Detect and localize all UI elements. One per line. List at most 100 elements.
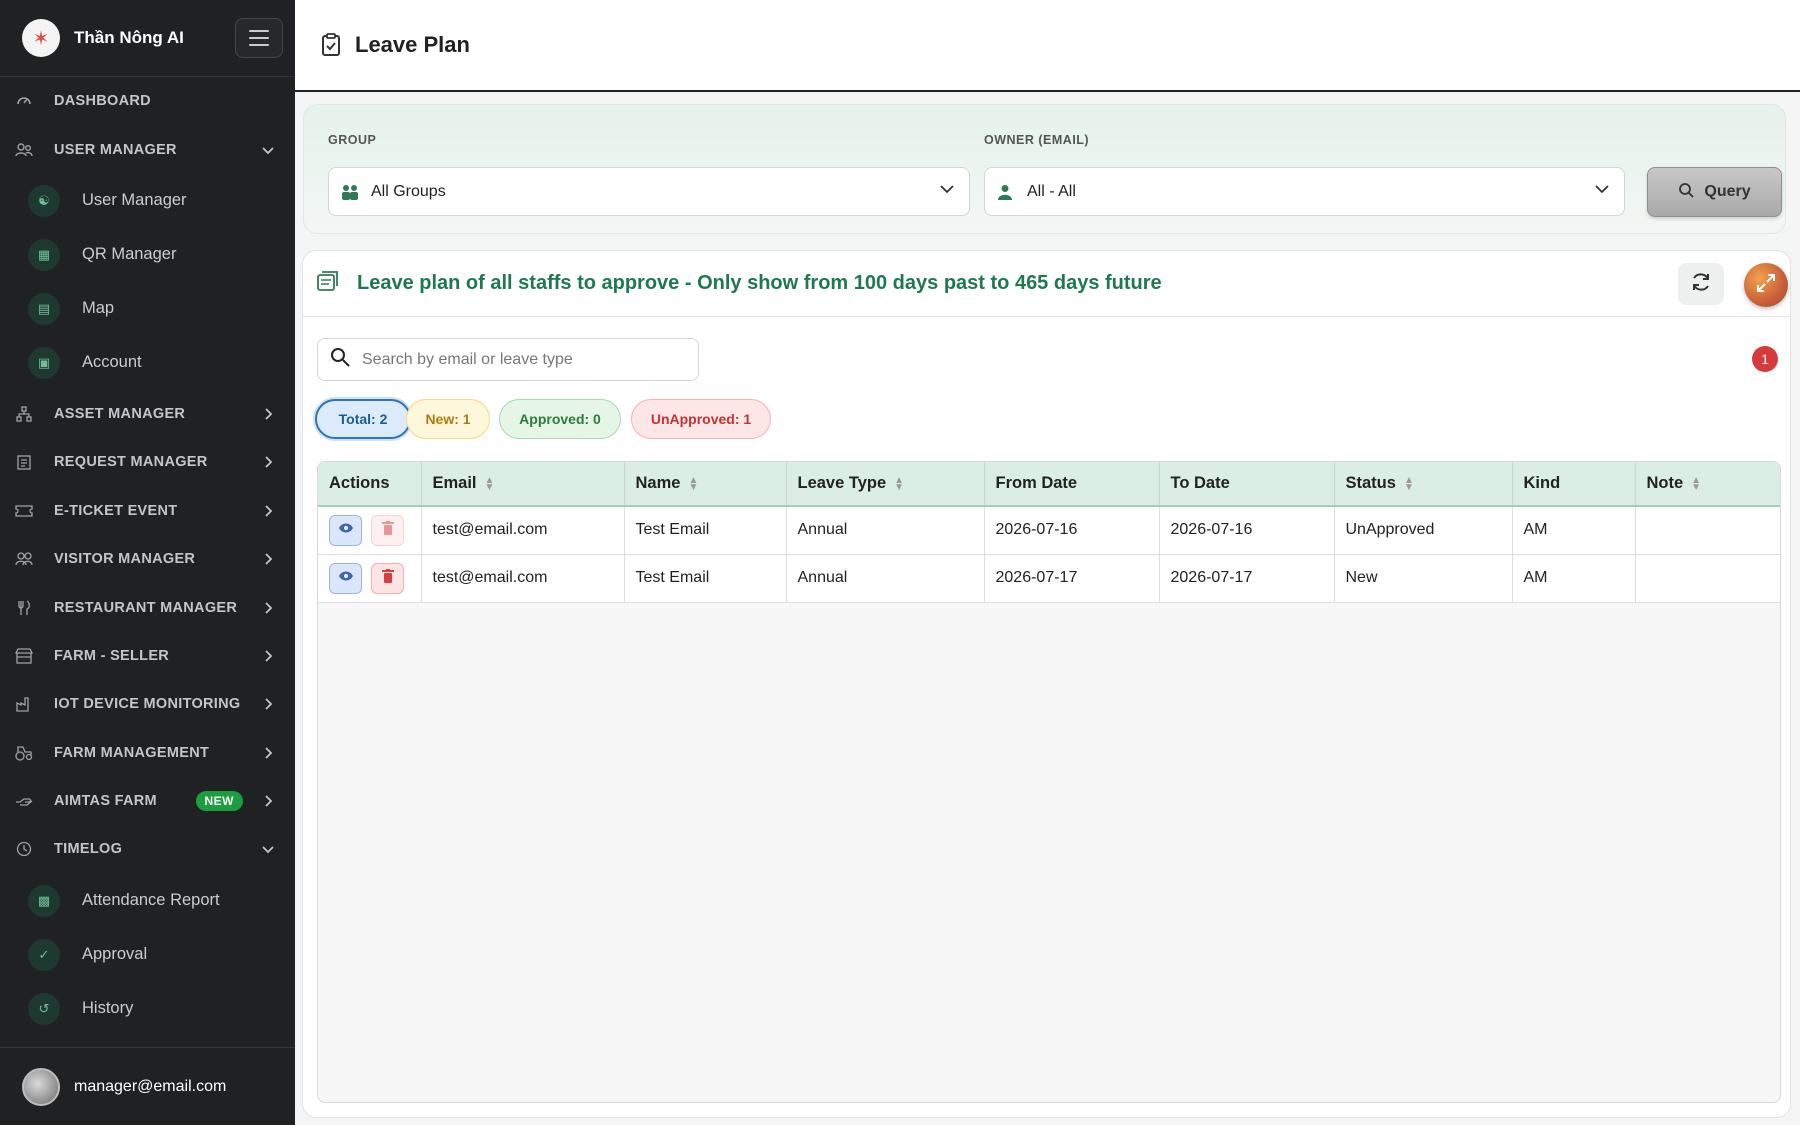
sidebar-item-label: VISITOR MANAGER [54, 551, 196, 568]
sidebar-item-label: ASSET MANAGER [54, 405, 186, 422]
thumbs-up-icon: ✓ [28, 938, 60, 971]
delete-button[interactable] [371, 562, 404, 594]
owner-select[interactable]: All - All [984, 167, 1625, 216]
hand-icon [14, 791, 34, 811]
brand-logo-icon[interactable]: ✶ [22, 19, 60, 57]
to-date-cell: 2026-07-17 [1159, 554, 1335, 602]
sidebar-item-label: E-TICKET EVENT [54, 502, 178, 519]
utensils-icon [14, 598, 34, 618]
sort-icon[interactable]: ▲ ▼ [1691, 475, 1701, 492]
sidebar-item-label: FARM - SELLER [54, 647, 170, 664]
sidebar-subitem-approval[interactable]: ✓ Approval [0, 928, 295, 982]
id-card-icon: ▣ [28, 346, 60, 379]
column-header-label: From Date [995, 474, 1078, 492]
user-email: manager@email.com [74, 1077, 227, 1095]
search-icon [330, 347, 350, 372]
chevron-right-icon [259, 550, 277, 568]
view-button[interactable] [329, 514, 362, 546]
column-header-status[interactable]: Status ▲ ▼ [1334, 462, 1513, 506]
chevron-down-icon [259, 141, 277, 159]
filter-chip-total[interactable]: Total: 2 [315, 399, 411, 439]
owner-select-value: All - All [1027, 182, 1076, 200]
chevron-down-icon [939, 181, 955, 202]
bar-chart-icon: ▩ [28, 884, 60, 917]
column-header-kind: Kind [1512, 462, 1636, 506]
sidebar-subitem-label: History [82, 999, 134, 1018]
tractor-icon [14, 743, 34, 763]
sort-icon[interactable]: ▲ ▼ [1404, 475, 1414, 492]
trash-icon [381, 568, 394, 588]
email-cell: test@email.com [421, 506, 625, 554]
sidebar-item-label: TIMELOG [54, 841, 123, 858]
sidebar-item-label: DASHBOARD [54, 93, 151, 110]
sidebar-item-restaurant-manager[interactable]: RESTAURANT MANAGER [0, 583, 295, 631]
refresh-button[interactable] [1678, 263, 1724, 305]
avatar[interactable] [22, 1067, 60, 1106]
sidebar-item-dashboard[interactable]: DASHBOARD [0, 77, 295, 125]
menu-toggle-button[interactable] [235, 18, 283, 58]
sort-icon[interactable]: ▲ ▼ [485, 475, 495, 492]
store-icon [14, 646, 34, 666]
leave-type-cell: Annual [786, 554, 985, 602]
sidebar-item-user-manager[interactable]: USER MANAGER [0, 125, 295, 173]
user-profile[interactable]: manager@email.com [0, 1047, 295, 1125]
sidebar-item-label: REQUEST MANAGER [54, 454, 208, 471]
table-row[interactable]: test@email.com Test Email Annual 2026-07… [318, 554, 1780, 602]
sidebar-subitem-label: Account [82, 353, 142, 372]
ticket-icon [14, 501, 34, 521]
column-header-label: Email [432, 474, 477, 492]
sidebar-subitem-history[interactable]: ↺ History [0, 982, 295, 1036]
expand-button[interactable] [1744, 263, 1788, 307]
sidebar-item-aimtas-farm[interactable]: AIMTAS FARM NEW [0, 777, 295, 825]
sidebar-item-label: RESTAURANT MANAGER [54, 599, 238, 616]
sidebar-subitem-label: Map [82, 299, 115, 318]
leave-type-cell: Annual [786, 506, 985, 554]
sidebar-item-asset-manager[interactable]: ASSET MANAGER [0, 390, 295, 438]
sidebar-subitem-qr-manager[interactable]: ▦ QR Manager [0, 228, 295, 282]
sidebar-subitem-user-manager[interactable]: ☯ User Manager [0, 174, 295, 228]
delete-button[interactable] [371, 514, 404, 546]
leave-plan-panel: Leave plan of all staffs to approve - On… [302, 250, 1791, 1118]
users-icon: ☯ [28, 184, 60, 217]
table-header-row: Actions Email ▲ ▼ Name ▲ ▼ Leave Type ▲ ▼ From… [318, 462, 1780, 506]
filter-chip-unapproved[interactable]: UnApproved: 1 [631, 399, 771, 439]
from-date-cell: 2026-07-17 [984, 554, 1160, 602]
view-button[interactable] [329, 562, 362, 594]
visitors-icon [14, 549, 34, 569]
sort-icon[interactable]: ▲ ▼ [688, 475, 698, 492]
sort-icon[interactable]: ▲ ▼ [894, 475, 904, 492]
sidebar-item-label: FARM MANAGEMENT [54, 744, 210, 761]
sidebar-item-iot-device-monitoring[interactable]: IOT DEVICE MONITORING [0, 680, 295, 728]
clipboard-icon [14, 452, 34, 472]
sidebar-subitem-attendance-report[interactable]: ▩ Attendance Report [0, 874, 295, 928]
filter-chip-approved[interactable]: Approved: 0 [499, 399, 621, 439]
gauge-icon [14, 91, 34, 111]
sidebar-item-timelog[interactable]: TIMELOG [0, 825, 295, 873]
chevron-right-icon [259, 744, 277, 762]
sidebar-subitem-account[interactable]: ▣ Account [0, 336, 295, 390]
sidebar-subitem-map[interactable]: ▤ Map [0, 282, 295, 336]
column-header-name[interactable]: Name ▲ ▼ [624, 462, 787, 506]
group-select[interactable]: All Groups [328, 167, 970, 216]
sidebar-item-visitor-manager[interactable]: VISITOR MANAGER [0, 535, 295, 583]
sidebar-item-label: AIMTAS FARM [54, 793, 157, 810]
sidebar-subitem-label: Attendance Report [82, 891, 220, 910]
sidebar-item-farm-seller[interactable]: FARM - SELLER [0, 632, 295, 680]
sidebar-item-label: IOT DEVICE MONITORING [54, 696, 241, 713]
table-row[interactable]: test@email.com Test Email Annual 2026-07… [318, 506, 1780, 554]
sidebar-item-farm-management[interactable]: FARM MANAGEMENT [0, 729, 295, 777]
to-date-cell: 2026-07-16 [1159, 506, 1335, 554]
search-box[interactable] [317, 338, 699, 381]
column-header-note[interactable]: Note ▲ ▼ [1635, 462, 1780, 506]
column-header-leave-type[interactable]: Leave Type ▲ ▼ [786, 462, 985, 506]
sidebar-item-e-ticket-event[interactable]: E-TICKET EVENT [0, 487, 295, 535]
search-input[interactable] [362, 350, 682, 369]
query-button[interactable]: Query [1647, 167, 1782, 217]
column-header-email[interactable]: Email ▲ ▼ [421, 462, 625, 506]
sidebar-item-request-manager[interactable]: REQUEST MANAGER [0, 438, 295, 486]
expand-icon [1756, 273, 1776, 298]
filter-chip-new[interactable]: New: 1 [406, 399, 490, 439]
actions-cell [318, 506, 422, 554]
users-icon [14, 140, 34, 160]
chevron-right-icon [259, 695, 277, 713]
